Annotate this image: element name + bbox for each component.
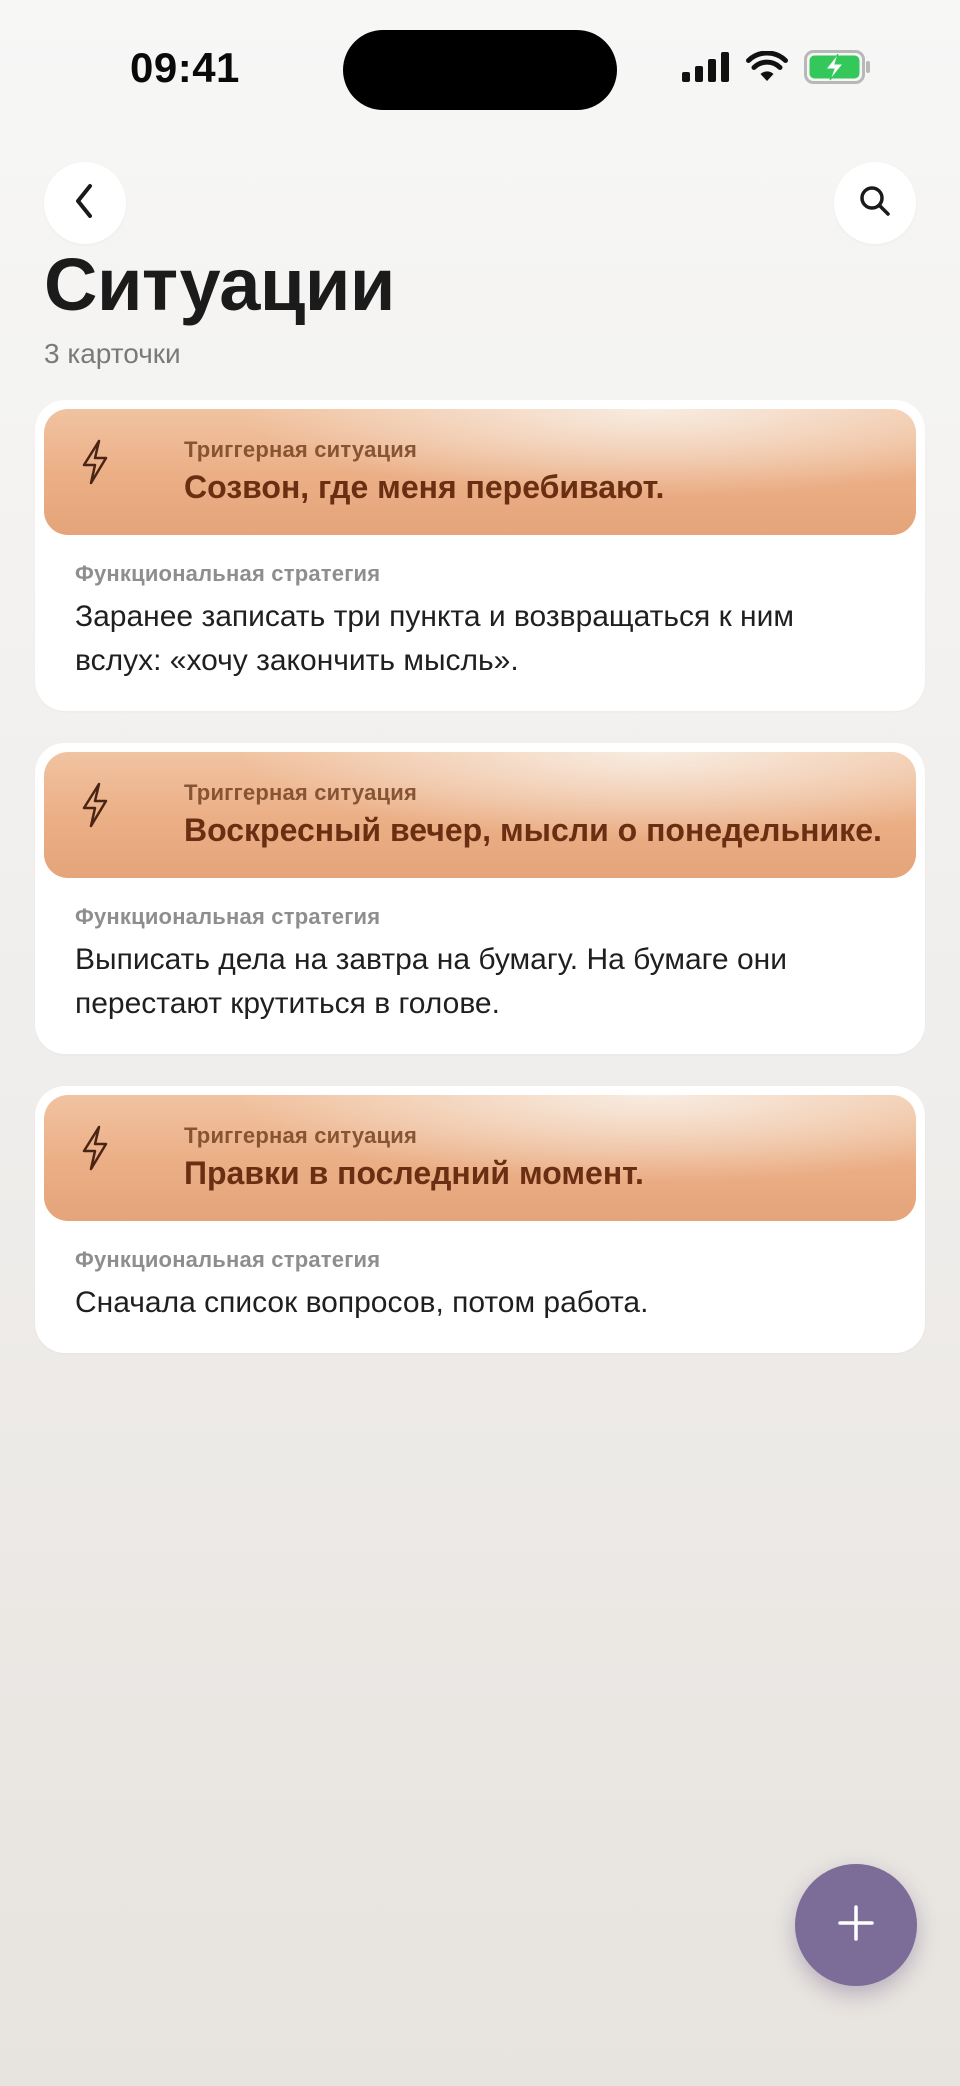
add-card-button[interactable] <box>795 1864 917 1986</box>
chevron-left-icon <box>70 181 100 226</box>
strategy-label: Функциональная стратегия <box>75 904 381 929</box>
strategy-label: Функциональная стратегия <box>75 1247 381 1272</box>
situation-card[interactable]: Триггерная ситуация Созвон, где меня пер… <box>35 400 925 711</box>
wifi-icon <box>746 51 788 83</box>
battery-charging-icon <box>804 50 872 84</box>
trigger-text: Правки в последний момент. <box>184 1155 644 1191</box>
lightning-icon <box>80 782 110 833</box>
situation-card[interactable]: Триггерная ситуация Правки в последний м… <box>35 1086 925 1353</box>
strategy-text: Сначала список вопросов, потом работа. <box>75 1286 649 1319</box>
page-title: Ситуации <box>44 243 395 326</box>
back-button[interactable] <box>44 162 126 244</box>
trigger-text: Воскресный вечер, мысли о понедельнике. <box>184 812 882 848</box>
trigger-label: Триггерная ситуация <box>184 780 417 805</box>
trigger-text: Созвон, где меня перебивают. <box>184 469 665 505</box>
strategy-label: Функциональная стратегия <box>75 561 381 586</box>
trigger-section: Триггерная ситуация Созвон, где меня пер… <box>44 409 916 535</box>
lightning-icon <box>80 439 110 490</box>
trigger-label: Триггерная ситуация <box>184 1123 417 1148</box>
trigger-section: Триггерная ситуация Воскресный вечер, мы… <box>44 752 916 878</box>
signal-icon <box>682 52 730 82</box>
plus-icon <box>836 1903 876 1948</box>
situation-list: Триггерная ситуация Созвон, где меня пер… <box>35 400 925 1385</box>
situation-card[interactable]: Триггерная ситуация Воскресный вечер, мы… <box>35 743 925 1054</box>
lightning-icon <box>80 1125 110 1176</box>
status-icons <box>682 50 872 84</box>
strategy-text: Выписать дела на завтра на бумагу. На бу… <box>75 943 787 1020</box>
search-icon <box>857 183 893 224</box>
search-button[interactable] <box>834 162 916 244</box>
trigger-section: Триггерная ситуация Правки в последний м… <box>44 1095 916 1221</box>
card-count: 3 карточки <box>44 338 181 369</box>
status-time: 09:41 <box>130 44 240 91</box>
status-bar: 09:41 <box>0 0 960 130</box>
strategy-text: Заранее записать три пункта и возвращать… <box>75 600 795 677</box>
trigger-label: Триггерная ситуация <box>184 437 417 462</box>
dynamic-island <box>343 30 617 110</box>
